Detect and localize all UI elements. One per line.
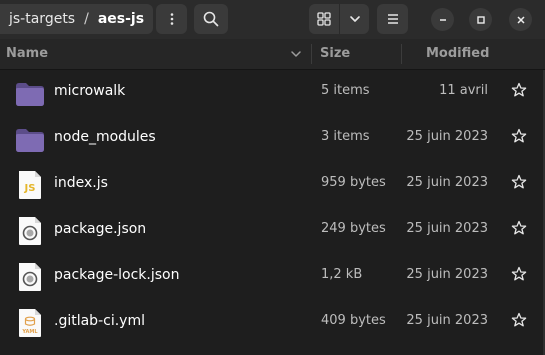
column-header-name[interactable]: Name (6, 39, 48, 69)
json-file-icon (19, 217, 41, 245)
file-modified: 25 juin 2023 (406, 313, 488, 328)
file-size: 3 items (321, 129, 370, 144)
folder-icon (16, 83, 44, 106)
file-list: microwalk 5 items 11 avril node_modules … (0, 70, 545, 346)
search-button[interactable] (194, 4, 228, 34)
view-options-button[interactable] (339, 4, 369, 34)
file-modified: 25 juin 2023 (406, 175, 488, 190)
grid-icon (317, 12, 331, 26)
file-size: 249 bytes (321, 221, 386, 236)
javascript-file-icon: JS (19, 171, 41, 199)
column-header-size[interactable]: Size (320, 39, 350, 69)
js-icon-label: JS (24, 183, 36, 194)
hamburger-icon (387, 14, 398, 24)
grid-view-button[interactable] (309, 4, 339, 34)
yaml-file-icon: YAML (19, 309, 41, 337)
file-modified: 11 avril (439, 83, 488, 98)
file-row[interactable]: package-lock.json 1,2 kB 25 juin 2023 (0, 254, 545, 300)
file-name: node_modules (54, 129, 156, 145)
breadcrumb-parent[interactable]: js-targets (0, 11, 75, 27)
file-size: 1,2 kB (321, 267, 363, 282)
star-icon[interactable] (511, 82, 527, 98)
yaml-icon-label: YAML (21, 329, 38, 335)
file-modified: 25 juin 2023 (406, 267, 488, 282)
minimize-button[interactable] (431, 8, 454, 31)
main-menu-button[interactable] (377, 4, 408, 34)
breadcrumb-separator: / (84, 11, 89, 27)
star-icon[interactable] (511, 128, 527, 144)
star-icon[interactable] (511, 312, 527, 328)
maximize-icon (476, 15, 485, 24)
file-row[interactable]: node_modules 3 items 25 juin 2023 (0, 116, 545, 162)
breadcrumb-current[interactable]: aes-js (98, 11, 144, 27)
breadcrumb: js-targets / aes-js (0, 4, 153, 34)
column-headers: Name Size Modified (0, 39, 545, 70)
file-modified: 25 juin 2023 (406, 221, 488, 236)
file-name: index.js (54, 175, 108, 191)
column-divider (311, 44, 312, 64)
file-size: 959 bytes (321, 175, 386, 190)
path-menu-button[interactable] (156, 4, 187, 34)
view-switcher (309, 4, 369, 34)
file-row[interactable]: package.json 249 bytes 25 juin 2023 (0, 208, 545, 254)
search-icon (203, 11, 219, 27)
close-button[interactable] (509, 8, 532, 31)
folder-icon (16, 129, 44, 152)
header-bar: js-targets / aes-js (0, 0, 545, 39)
vertical-dots-icon (170, 13, 173, 25)
json-file-icon (19, 263, 41, 291)
file-name: package.json (54, 221, 147, 237)
file-row[interactable]: microwalk 5 items 11 avril (0, 70, 545, 116)
chevron-down-icon (349, 16, 360, 22)
file-name: microwalk (54, 83, 126, 99)
star-icon[interactable] (511, 174, 527, 190)
minimize-icon (439, 18, 446, 21)
column-divider (401, 44, 402, 64)
file-size: 5 items (321, 83, 370, 98)
file-name: package-lock.json (54, 267, 180, 283)
star-icon[interactable] (511, 220, 527, 236)
file-row[interactable]: JS index.js 959 bytes 25 juin 2023 (0, 162, 545, 208)
star-icon[interactable] (511, 266, 527, 282)
file-name: .gitlab-ci.yml (54, 313, 145, 329)
column-header-modified[interactable]: Modified (426, 39, 489, 69)
file-size: 409 bytes (321, 313, 386, 328)
file-modified: 25 juin 2023 (406, 129, 488, 144)
close-icon (516, 15, 525, 24)
file-row[interactable]: YAML .gitlab-ci.yml 409 bytes 25 juin 20… (0, 300, 545, 346)
maximize-button[interactable] (469, 8, 492, 31)
sort-chevron-icon[interactable] (290, 48, 302, 60)
